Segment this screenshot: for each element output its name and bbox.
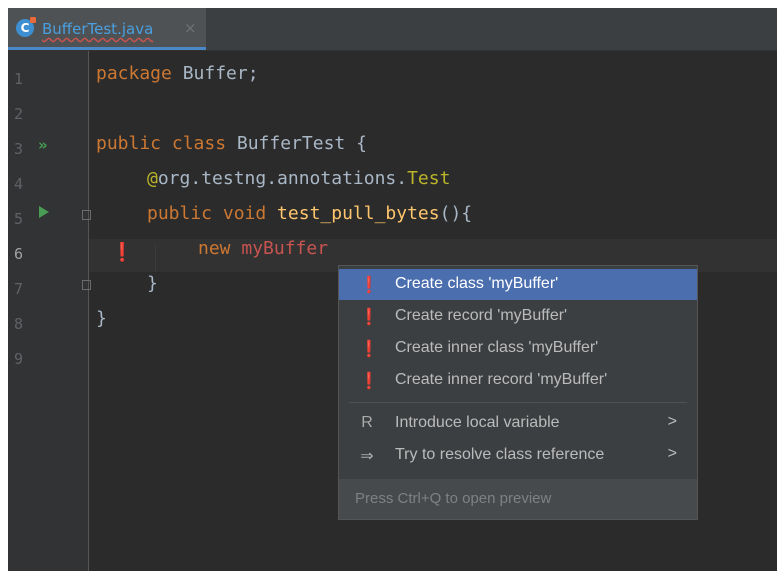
run-class-icon[interactable]: » <box>38 136 48 154</box>
fold-marker-icon[interactable] <box>82 210 91 220</box>
action-label: Create class 'myBuffer' <box>395 275 559 292</box>
action-label: Introduce local variable <box>395 414 560 431</box>
action-create-inner-class[interactable]: ❗ Create inner class 'myBuffer' <box>339 333 697 364</box>
submenu-arrow-icon: > <box>667 445 677 462</box>
unresolved-symbol: myBuffer <box>230 238 329 259</box>
run-test-icon[interactable] <box>39 206 49 218</box>
submenu-arrow-icon: > <box>667 413 677 430</box>
bulb-error-icon: ❗ <box>359 277 379 294</box>
footer-hint-text: Press Ctrl+Q to open preview <box>355 490 552 507</box>
line-number: 4 <box>14 175 24 193</box>
bulb-error-icon: ❗ <box>359 341 379 358</box>
action-label: Create inner class 'myBuffer' <box>395 339 599 356</box>
resolve-icon: ⇒ <box>360 448 374 465</box>
action-label: Create record 'myBuffer' <box>395 307 568 324</box>
code-line-7[interactable]: } <box>147 273 158 294</box>
bulb-error-icon: ❗ <box>359 309 379 326</box>
action-label: Try to resolve class reference <box>395 446 605 463</box>
intention-actions-popup: ❗ Create class 'myBuffer' ❗ Create recor… <box>338 265 698 520</box>
code-token: org.testng.annotations. <box>157 168 408 189</box>
action-create-class[interactable]: ❗ Create class 'myBuffer' <box>339 269 697 300</box>
code-token: @ <box>147 168 158 189</box>
code-token: public void <box>147 203 267 224</box>
indent-guide <box>155 244 156 272</box>
code-line-5[interactable]: public void test_pull_bytes(){ <box>147 203 472 224</box>
action-resolve-class-reference[interactable]: ⇒ Try to resolve class reference > <box>339 440 697 471</box>
action-label: Create inner record 'myBuffer' <box>395 371 608 388</box>
refactor-icon: R <box>361 414 373 431</box>
code-line-8[interactable]: } <box>96 308 107 329</box>
fold-marker-icon[interactable] <box>82 280 91 290</box>
line-number: 8 <box>14 315 24 333</box>
action-introduce-local-variable[interactable]: R Introduce local variable > <box>339 408 697 439</box>
code-line-1[interactable]: package Buffer; <box>96 63 259 84</box>
line-number: 2 <box>14 105 24 123</box>
action-create-record[interactable]: ❗ Create record 'myBuffer' <box>339 301 697 332</box>
code-token: } <box>96 308 107 329</box>
close-tab-icon[interactable]: × <box>184 19 197 37</box>
popup-separator <box>349 402 687 403</box>
ide-window: C BufferTest.java × 1 2 3 4 5 6 7 8 9 » … <box>8 8 777 571</box>
code-token: new <box>198 238 231 259</box>
error-bulb-icon[interactable]: ❗ <box>111 242 133 263</box>
code-token: } <box>147 273 158 294</box>
popup-footer-hint: Press Ctrl+Q to open preview <box>339 479 697 519</box>
code-token: Buffer; <box>171 63 259 84</box>
java-class-icon: C <box>16 17 36 37</box>
code-token: Test <box>407 168 451 189</box>
line-number: 7 <box>14 280 24 298</box>
tab-buffertest-java[interactable]: C BufferTest.java × <box>8 8 206 50</box>
code-token: (){ <box>439 203 473 224</box>
code-token: test_pull_bytes <box>266 203 440 224</box>
line-number: 1 <box>14 70 24 88</box>
line-number: 9 <box>14 350 24 368</box>
code-line-4[interactable]: @org.testng.annotations.Test <box>147 168 450 189</box>
code-line-6[interactable]: new myBuffer <box>198 238 328 259</box>
code-token: package <box>96 63 172 84</box>
line-number: 5 <box>14 210 24 228</box>
editor-tab-bar: C BufferTest.java × <box>8 8 777 51</box>
editor-gutter: 1 2 3 4 5 6 7 8 9 <box>8 51 89 571</box>
code-token: public class <box>96 133 227 154</box>
line-number: 6 <box>14 245 24 263</box>
code-token: BufferTest { <box>226 133 367 154</box>
bulb-error-icon: ❗ <box>359 373 379 390</box>
tab-label: BufferTest.java <box>42 20 154 38</box>
code-line-3[interactable]: public class BufferTest { <box>96 133 367 154</box>
action-create-inner-record[interactable]: ❗ Create inner record 'myBuffer' <box>339 365 697 396</box>
line-number: 3 <box>14 140 24 158</box>
